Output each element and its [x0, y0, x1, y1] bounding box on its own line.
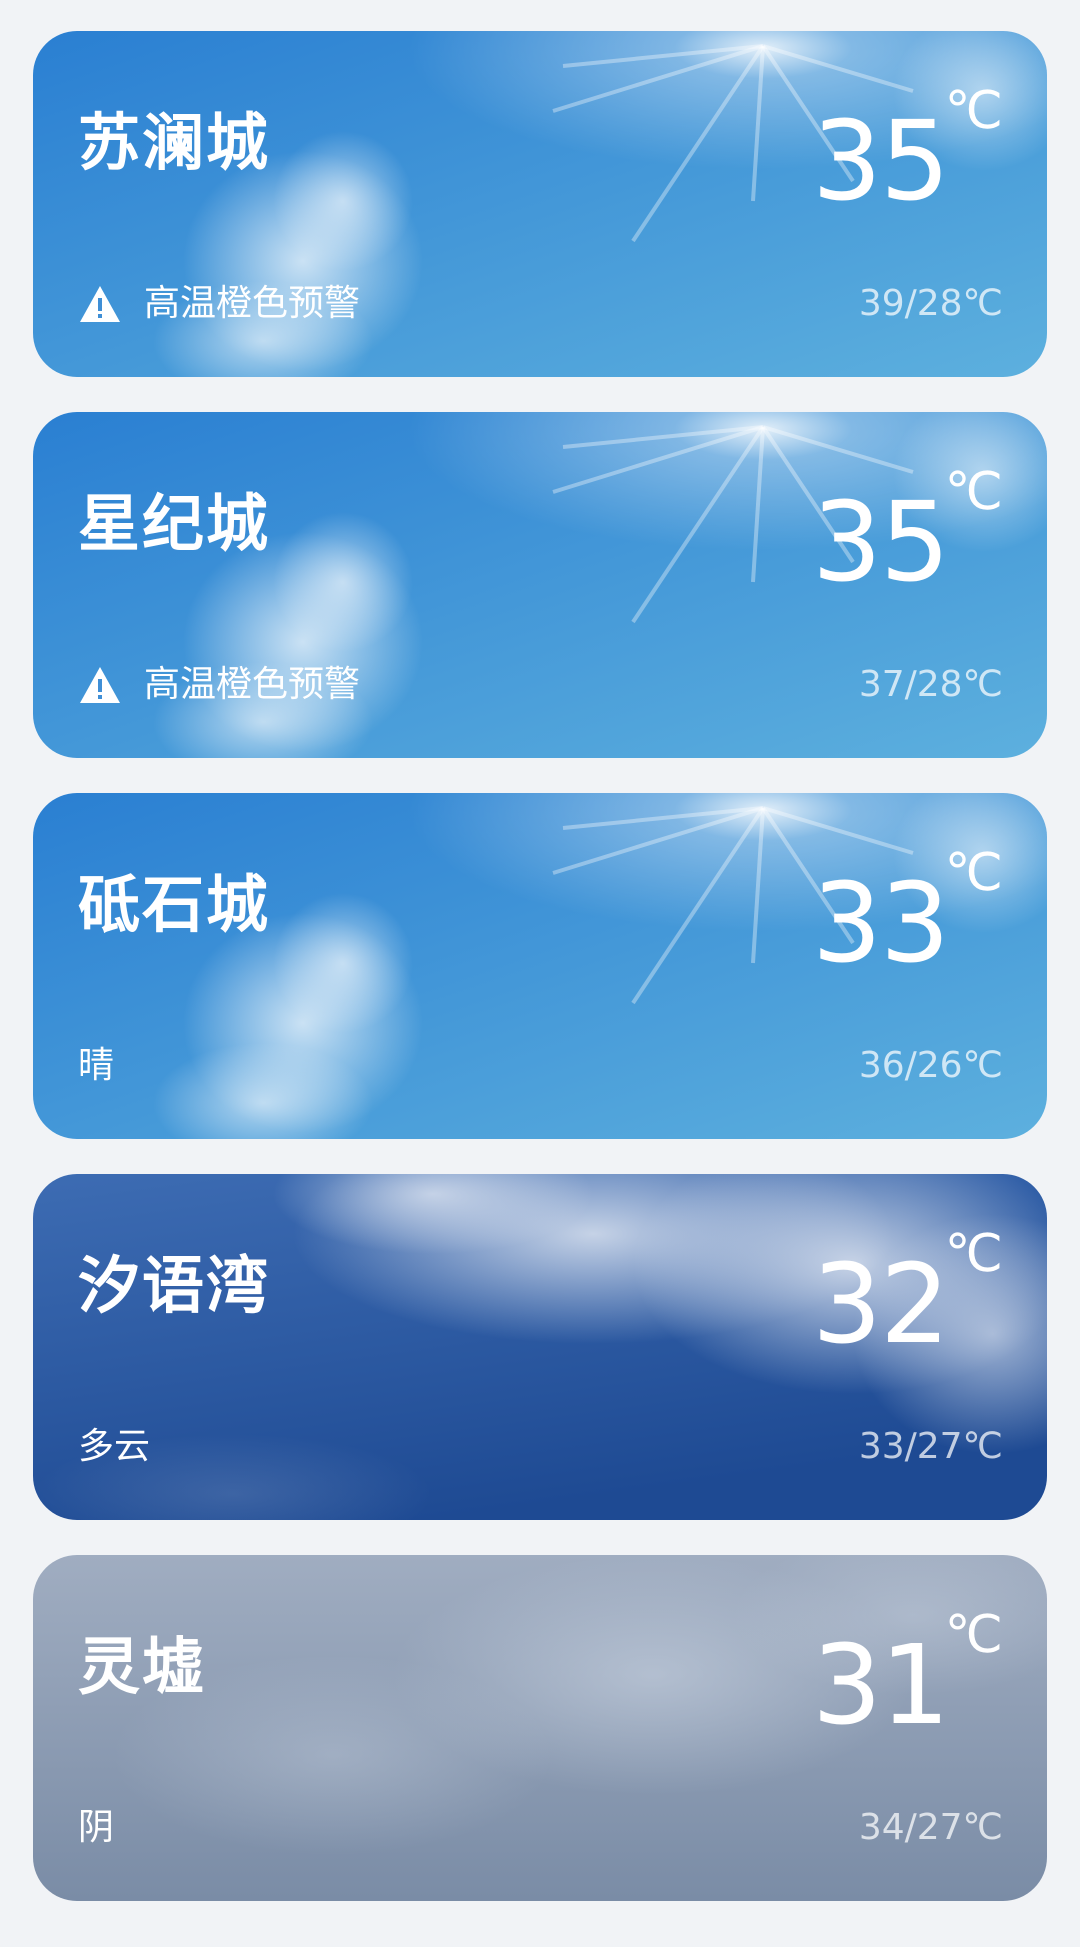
city-card-4[interactable]: 灵墟 31 ℃ 阴 34/27℃	[33, 1555, 1047, 1901]
weather-condition: 高温橙色预警	[78, 660, 360, 710]
warning-icon	[80, 667, 120, 703]
temperature-range: 37/28℃	[858, 664, 1003, 705]
city-card-1[interactable]: 星纪城 35 ℃ 高温橙色预警 37/28℃	[33, 412, 1047, 758]
temperature-range: 39/28℃	[858, 283, 1003, 324]
city-name: 灵墟	[78, 1630, 207, 1703]
current-temperature: 32	[812, 1240, 950, 1368]
current-temperature: 35	[812, 478, 950, 606]
condition-label: 高温橙色预警	[144, 283, 361, 324]
weather-condition: 高温橙色预警	[78, 279, 360, 329]
current-temperature: 31	[812, 1621, 950, 1749]
city-name: 砥石城	[78, 868, 271, 941]
temperature-unit: ℃	[944, 81, 1003, 141]
city-weather-list: 苏澜城 35 ℃ 高温橙色预警 39/28℃ 星纪城 35 ℃ 高温橙色预警 3…	[0, 0, 1080, 1947]
condition-label: 晴	[78, 1045, 115, 1086]
city-card-0[interactable]: 苏澜城 35 ℃ 高温橙色预警 39/28℃	[33, 31, 1047, 377]
temperature-range: 34/27℃	[858, 1807, 1003, 1848]
temperature-range: 36/26℃	[858, 1045, 1003, 1086]
city-card-3[interactable]: 汐语湾 32 ℃ 多云 33/27℃	[33, 1174, 1047, 1520]
city-name: 星纪城	[78, 487, 271, 560]
temperature-unit: ℃	[944, 1224, 1003, 1284]
weather-condition: 晴	[78, 1041, 114, 1091]
weather-condition: 多云	[78, 1422, 150, 1472]
condition-label: 高温橙色预警	[144, 664, 361, 705]
city-name: 苏澜城	[78, 106, 271, 179]
city-card-2[interactable]: 砥石城 33 ℃ 晴 36/26℃	[33, 793, 1047, 1139]
condition-label: 阴	[78, 1807, 115, 1848]
temperature-unit: ℃	[944, 1605, 1003, 1665]
temperature-unit: ℃	[944, 843, 1003, 903]
warning-icon	[80, 286, 120, 322]
current-temperature: 33	[812, 859, 950, 987]
city-name: 汐语湾	[78, 1249, 271, 1322]
current-temperature: 35	[812, 97, 950, 225]
temperature-unit: ℃	[944, 462, 1003, 522]
temperature-range: 33/27℃	[858, 1426, 1003, 1467]
condition-label: 多云	[78, 1426, 151, 1467]
weather-condition: 阴	[78, 1803, 114, 1853]
